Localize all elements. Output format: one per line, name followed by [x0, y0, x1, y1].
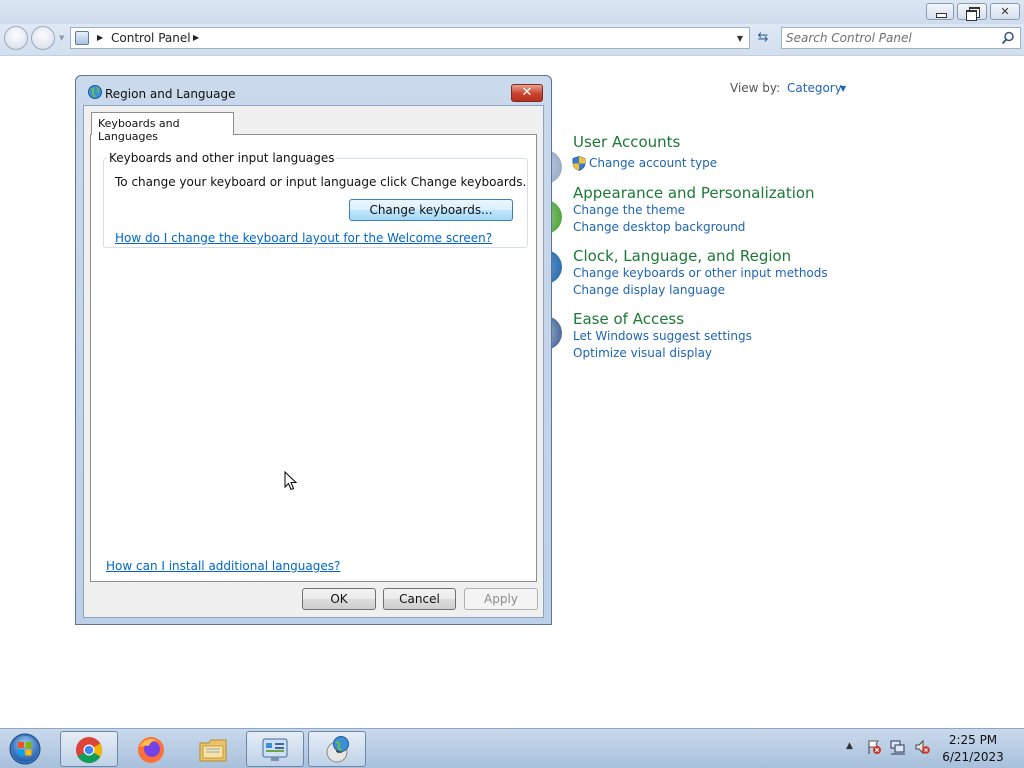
link-change-display-language[interactable]: Change display language: [573, 283, 725, 297]
breadcrumb-chevron-icon[interactable]: ▶: [97, 33, 103, 42]
category-clock-language-region[interactable]: Clock, Language, and Region: [573, 247, 791, 265]
clock-time[interactable]: 2:25 PM: [930, 733, 1016, 747]
taskbar-file-explorer[interactable]: [184, 731, 242, 767]
install-languages-link[interactable]: How can I install additional languages?: [106, 559, 340, 573]
restore-button[interactable]: [957, 3, 987, 21]
view-by-caret-icon[interactable]: ▼: [840, 84, 846, 93]
breadcrumb-control-panel[interactable]: Control Panel: [111, 31, 191, 45]
view-by-label: View by:: [730, 81, 781, 95]
search-icon[interactable]: [1001, 31, 1015, 45]
welcome-screen-keyboard-link[interactable]: How do I change the keyboard layout for …: [115, 231, 492, 245]
taskbar-control-panel[interactable]: [246, 731, 304, 767]
action-center-flag-icon[interactable]: [866, 739, 882, 755]
tab-keyboards-languages[interactable]: Keyboards and Languages: [91, 112, 234, 143]
show-hidden-icons-button[interactable]: ▲: [846, 741, 853, 751]
address-bar[interactable]: ▶ Control Panel ▶ ▼: [70, 27, 750, 49]
back-button[interactable]: [4, 26, 28, 50]
apply-button[interactable]: Apply: [464, 588, 538, 610]
minimize-button[interactable]: [926, 3, 954, 20]
firefox-icon: [138, 737, 164, 763]
window-titlebar: [0, 0, 1024, 24]
taskbar-region-language[interactable]: [308, 731, 366, 767]
taskbar-chrome[interactable]: [60, 731, 118, 767]
close-icon: ✕: [521, 85, 533, 100]
control-panel-icon: [75, 31, 89, 45]
breadcrumb-chevron-icon[interactable]: ▶: [193, 33, 199, 42]
forward-button[interactable]: [31, 26, 55, 50]
taskbar-firefox[interactable]: [122, 731, 180, 767]
ok-button[interactable]: OK: [302, 588, 376, 610]
mouse-cursor-icon: [284, 471, 298, 491]
folder-icon: [199, 739, 227, 762]
link-optimize-visual-display[interactable]: Optimize visual display: [573, 346, 712, 360]
uac-shield-icon: [572, 156, 586, 171]
start-button-icon[interactable]: [5, 733, 45, 765]
search-box[interactable]: [781, 27, 1021, 49]
change-keyboards-button[interactable]: Change keyboards...: [349, 199, 513, 221]
tab-label: Keyboards and Languages: [98, 117, 180, 143]
address-dropdown-icon[interactable]: ▼: [737, 34, 743, 43]
dialog-close-button[interactable]: ✕: [511, 84, 543, 102]
close-icon: ✕: [1000, 5, 1010, 18]
chrome-icon: [76, 737, 103, 764]
region-language-dialog: Region and Language ✕ Keyboards and Lang…: [75, 75, 552, 625]
dialog-title: Region and Language: [105, 87, 236, 101]
category-ease-of-access[interactable]: Ease of Access: [573, 310, 684, 328]
groupbox-description: To change your keyboard or input languag…: [115, 175, 527, 189]
search-input[interactable]: [786, 30, 991, 46]
link-windows-suggest-settings[interactable]: Let Windows suggest settings: [573, 329, 752, 343]
groupbox-label: Keyboards and other input languages: [107, 151, 337, 165]
close-window-button[interactable]: ✕: [990, 3, 1020, 20]
link-change-account-type[interactable]: Change account type: [589, 156, 717, 170]
recent-pages-dropdown-icon[interactable]: ▼: [59, 34, 64, 42]
tab-panel: Keyboards and other input languages To c…: [90, 134, 537, 582]
control-panel-icon: [262, 738, 288, 761]
view-by-dropdown[interactable]: Category: [787, 81, 842, 95]
volume-muted-icon[interactable]: [914, 739, 930, 755]
category-user-accounts[interactable]: User Accounts: [573, 133, 680, 151]
cancel-button[interactable]: Cancel: [383, 588, 456, 610]
clock-date[interactable]: 6/21/2023: [930, 750, 1016, 764]
network-icon[interactable]: [890, 739, 906, 755]
dialog-body: Keyboards and Languages Keyboards and ot…: [83, 105, 544, 618]
refresh-button[interactable]: ⇆: [752, 27, 774, 49]
link-change-theme[interactable]: Change the theme: [573, 203, 685, 217]
link-change-keyboards[interactable]: Change keyboards or other input methods: [573, 266, 828, 280]
region-language-icon: [326, 736, 349, 763]
category-appearance-personalization[interactable]: Appearance and Personalization: [573, 184, 815, 202]
link-change-desktop-background[interactable]: Change desktop background: [573, 220, 745, 234]
globe-icon: [88, 85, 102, 99]
